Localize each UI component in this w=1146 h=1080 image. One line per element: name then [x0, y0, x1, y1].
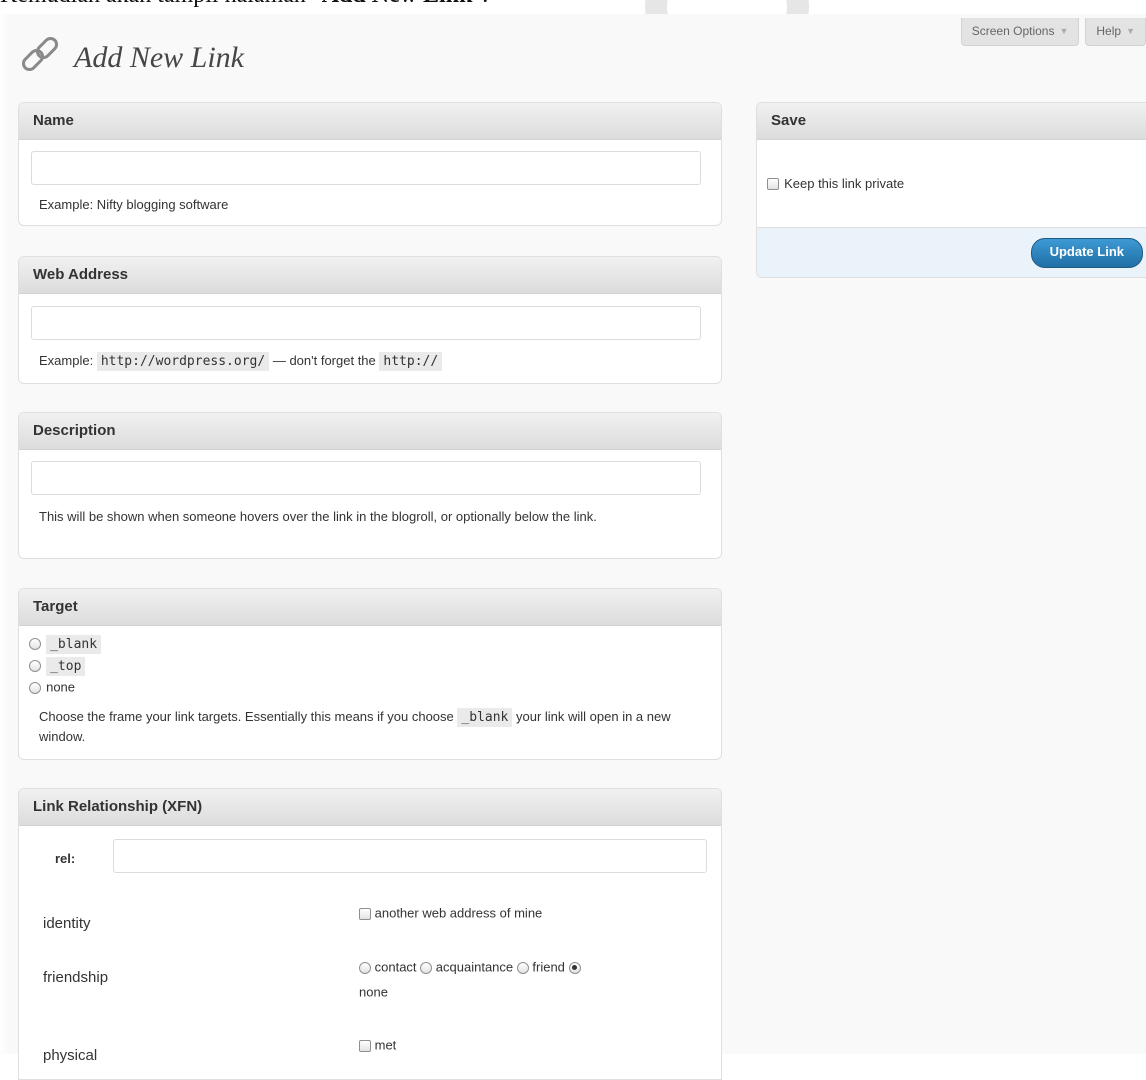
screen-options-tab[interactable]: Screen Options ▼ — [960, 18, 1080, 46]
target-hint: Choose the frame your link targets. Esse… — [39, 707, 709, 746]
radio-none[interactable] — [29, 681, 41, 694]
friendship-acquaintance-label: acquaintance — [435, 959, 514, 975]
document-caption: Kemudian akan tampil halaman "Add New Li… — [0, 0, 760, 14]
web-address-hint: Example: http://wordpress.org/ — don't f… — [39, 351, 443, 371]
name-input[interactable] — [31, 151, 701, 185]
name-hint: Example: Nifty blogging software — [39, 197, 229, 212]
web-address-hint-prefix: Example: — [39, 353, 94, 368]
radio-top[interactable] — [29, 659, 41, 672]
physical-label: physical — [43, 1047, 98, 1064]
edge-fade — [0, 14, 10, 1054]
web-address-input[interactable] — [31, 306, 701, 340]
radio-acquaintance[interactable] — [420, 961, 433, 974]
help-label: Help — [1096, 24, 1122, 38]
screen-meta-links: Screen Options ▼ Help ▼ — [960, 18, 1146, 46]
target-hint-prefix: Choose the frame your link targets. Esse… — [39, 709, 454, 724]
web-address-hint-middle: — don't forget the — [272, 353, 376, 368]
private-label: Keep this link private — [784, 176, 905, 191]
target-hint-code: _blank — [457, 708, 513, 727]
xfn-box: Link Relationship (XFN) rel: identity an… — [18, 788, 722, 1080]
friendship-options: contact acquaintance friend none — [359, 955, 689, 1004]
target-option-top-label: _top — [46, 657, 86, 676]
physical-met-checkbox[interactable] — [359, 1039, 371, 1052]
help-tab[interactable]: Help ▼ — [1085, 18, 1146, 46]
web-address-box: Web Address Example: http://wordpress.or… — [18, 256, 722, 384]
caption-bold: Add New Link — [322, 0, 473, 8]
friendship-contact-label: contact — [374, 959, 417, 975]
save-box-title: Save — [757, 103, 1146, 140]
page-title: Add New Link — [74, 41, 244, 74]
name-box-title: Name — [19, 103, 721, 140]
update-link-button[interactable]: Update Link — [1030, 238, 1143, 268]
chevron-down-icon: ▼ — [1126, 26, 1135, 36]
description-hint: This will be shown when someone hovers o… — [39, 509, 597, 524]
friendship-friend-label: friend — [532, 959, 565, 975]
target-option-none-label: none — [46, 679, 76, 695]
friendship-none-label: none — [359, 984, 388, 1000]
web-address-box-title: Web Address — [19, 257, 721, 294]
save-box: Save Keep this link private Update Link — [756, 102, 1146, 278]
target-box-title: Target — [19, 589, 721, 626]
description-input[interactable] — [31, 461, 701, 495]
radio-contact[interactable] — [359, 961, 371, 974]
friendship-label: friendship — [43, 969, 109, 986]
web-address-hint-example-code: http://wordpress.org/ — [96, 352, 270, 371]
identity-options: another web address of mine — [359, 901, 689, 926]
target-option-none[interactable]: none — [29, 677, 101, 698]
wp-admin-page: Screen Options ▼ Help ▼ Add New Link Nam… — [0, 14, 1146, 1080]
description-box: Description This will be shown when some… — [18, 412, 722, 559]
target-options: _blank _top none — [29, 633, 102, 698]
physical-met-label: met — [374, 1037, 397, 1053]
target-option-blank-label: _blank — [46, 635, 102, 654]
description-box-title: Description — [19, 413, 721, 450]
target-option-top[interactable]: _top — [29, 655, 101, 677]
private-checkbox[interactable] — [767, 177, 779, 190]
screen-options-label: Screen Options — [971, 24, 1055, 38]
web-address-hint-http-code: http:// — [379, 352, 443, 371]
identity-option-label: another web address of mine — [374, 905, 543, 921]
identity-label: identity — [43, 915, 91, 932]
target-option-blank[interactable]: _blank — [29, 633, 102, 655]
save-footer: Update Link — [757, 227, 1146, 277]
radio-friendship-none[interactable] — [568, 961, 581, 974]
page-header: Add New Link — [18, 34, 244, 82]
link-chain-icon — [18, 34, 62, 82]
identity-checkbox[interactable] — [359, 907, 371, 920]
private-option[interactable]: Keep this link private — [767, 173, 904, 192]
caption-prefix: Kemudian akan tampil halaman — [0, 0, 306, 8]
rel-label: rel: — [55, 851, 76, 866]
xfn-box-title: Link Relationship (XFN) — [19, 789, 721, 826]
radio-friend[interactable] — [516, 961, 529, 974]
rel-input[interactable] — [113, 839, 707, 873]
caption-suffix: ". — [472, 0, 488, 8]
target-box: Target _blank _top none Choose the frame… — [18, 588, 722, 760]
radio-blank[interactable] — [29, 637, 41, 650]
name-box: Name Example: Nifty blogging software — [18, 102, 722, 226]
chevron-down-icon: ▼ — [1059, 26, 1069, 36]
